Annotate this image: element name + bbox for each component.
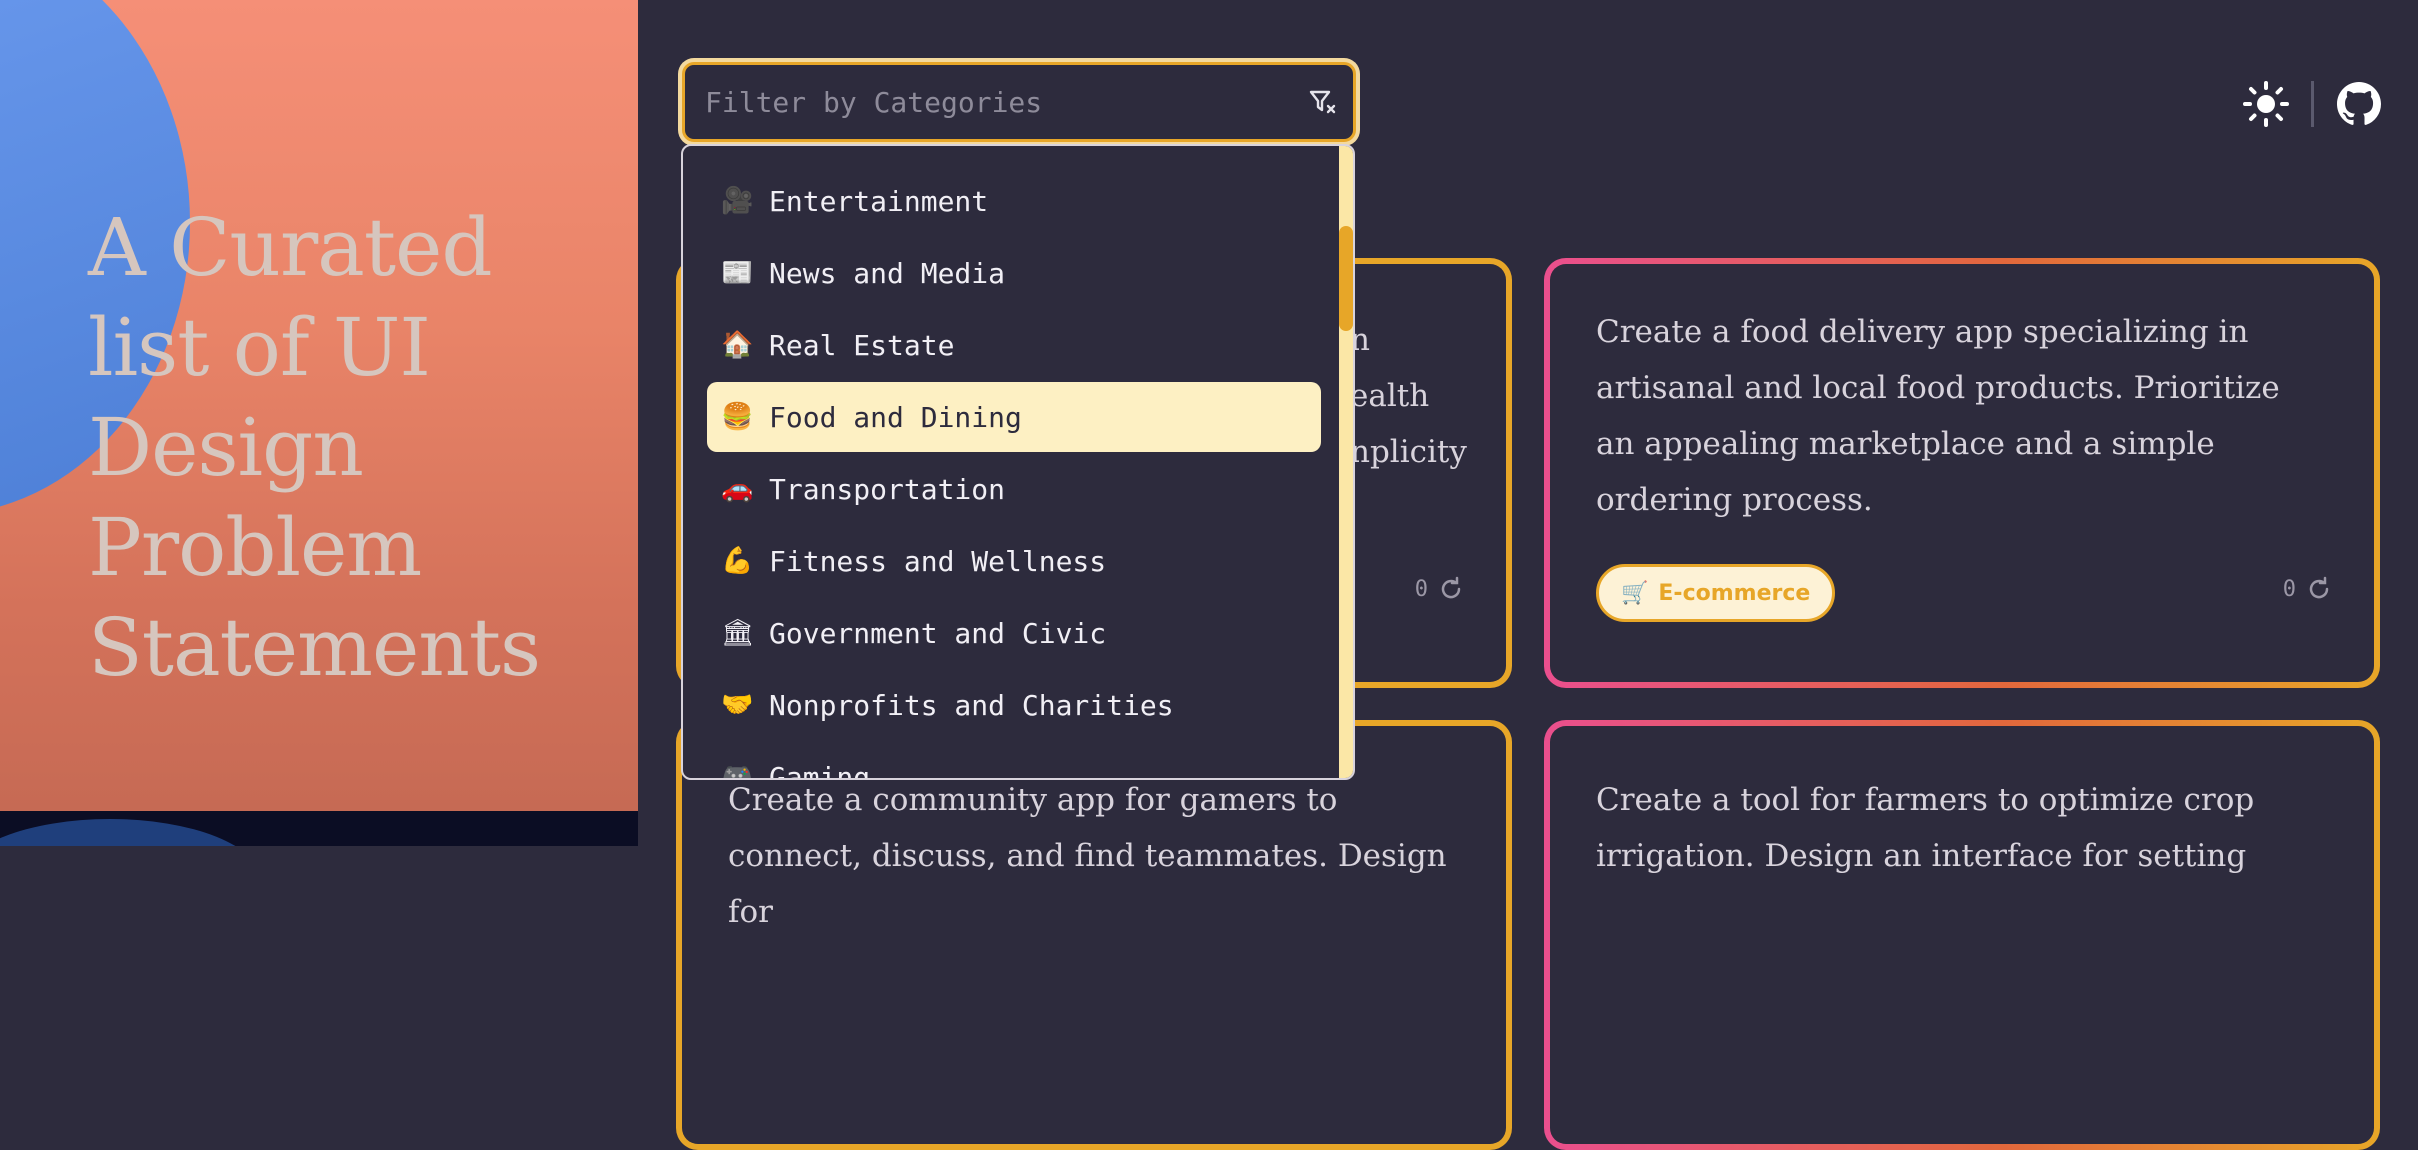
category-option-label: Fitness and Wellness — [769, 544, 1107, 578]
category-option[interactable]: 🏛 Government and Civic — [707, 598, 1321, 668]
dropdown-scrollbar-thumb[interactable] — [1339, 226, 1353, 331]
category-badge[interactable]: 🛒 E-commerce — [1596, 564, 1836, 622]
category-option-label: Nonprofits and Charities — [769, 688, 1174, 722]
problem-card-body: Create a community app for gamers to con… — [682, 726, 1506, 1144]
card-text-line: n — [1350, 322, 1370, 358]
problem-card-text: Create a tool for farmers to optimize cr… — [1596, 782, 2255, 874]
card-text-line: ealth — [1350, 378, 1430, 414]
remix-count-value: 0 — [2282, 576, 2296, 602]
category-emoji-icon: 🏛 — [721, 618, 755, 648]
remix-count[interactable]: 0 — [1415, 576, 1464, 602]
hero-arc — [0, 819, 260, 846]
card-text-line: nplicity — [1350, 434, 1467, 470]
remix-icon — [1441, 576, 1461, 599]
category-emoji-icon: 🤝 — [721, 690, 754, 720]
problem-card-text: Create a community app for gamers to con… — [728, 782, 1447, 930]
problem-card[interactable]: Create a tool for farmers to optimize cr… — [1544, 720, 2380, 1150]
category-option[interactable]: 🚗 Transportation — [707, 454, 1321, 524]
category-option[interactable]: 🏠 Real Estate — [707, 310, 1321, 380]
category-option-label: Real Estate — [769, 328, 955, 362]
category-emoji-icon: 🎮 — [721, 762, 754, 780]
category-option[interactable]: 🍔 Food and Dining — [707, 382, 1321, 452]
problem-card[interactable]: Create a community app for gamers to con… — [676, 720, 1512, 1150]
category-option[interactable]: 💪 Fitness and Wellness — [707, 526, 1321, 596]
problem-card-text: Create a food delivery app specializing … — [1596, 314, 2280, 518]
category-filter[interactable] — [682, 62, 1356, 142]
clear-filter-button[interactable] — [1293, 72, 1353, 132]
category-emoji-icon: 💪 — [721, 546, 754, 576]
theme-toggle-button[interactable] — [2243, 81, 2289, 127]
category-option[interactable]: 📰 News and Media — [707, 238, 1321, 308]
filter-clear-icon — [1309, 90, 1336, 114]
category-option-label: Government and Civic — [769, 616, 1107, 650]
header-divider — [2311, 81, 2314, 127]
problem-card[interactable]: Create a food delivery app specializing … — [1544, 258, 2380, 688]
category-option-label: News and Media — [769, 256, 1006, 290]
category-emoji-icon: 🏠 — [721, 330, 754, 360]
problem-card-body: Create a tool for farmers to optimize cr… — [1550, 726, 2374, 1144]
category-option-label: Food and Dining — [769, 400, 1022, 434]
category-option-label: Gaming — [769, 760, 871, 780]
problem-card-body: Create a food delivery app specializing … — [1550, 264, 2374, 682]
sun-icon — [2243, 81, 2289, 127]
category-filter-input[interactable] — [685, 65, 1293, 139]
category-option-label: Transportation — [769, 472, 1006, 506]
hero-footer-strip — [0, 811, 638, 846]
category-option[interactable]: 🤝 Nonprofits and Charities — [707, 670, 1321, 740]
hero-panel: A Curated list of UI Design Problem Stat… — [0, 0, 638, 811]
category-option[interactable]: 🎥 Entertainment — [707, 166, 1321, 236]
category-emoji-icon: 🎥 — [721, 186, 754, 216]
category-option[interactable]: 🎮 Gaming — [707, 742, 1321, 780]
problem-card-text: n ealth nplicity — [1350, 312, 1467, 480]
remix-count[interactable]: 0 — [2283, 576, 2332, 602]
category-emoji-icon: 📰 — [721, 258, 754, 288]
cart-icon: 🛒 — [1621, 580, 1649, 606]
remix-count-value: 0 — [1414, 576, 1428, 602]
category-emoji-icon: 🚗 — [721, 474, 754, 504]
category-dropdown[interactable]: 🎥 Entertainment 📰 News and Media 🏠 Real Estat… — [681, 144, 1355, 780]
category-option-label: Entertainment — [769, 184, 989, 218]
category-emoji-icon: 🍔 — [721, 402, 754, 432]
github-link[interactable] — [2336, 81, 2382, 127]
hero-title: A Curated list of UI Design Problem Stat… — [88, 201, 541, 694]
category-options: 🎥 Entertainment 📰 News and Media 🏠 Real Estat… — [683, 166, 1321, 780]
github-icon — [2337, 82, 2381, 125]
remix-icon — [2309, 576, 2329, 599]
header-actions — [2243, 74, 2382, 134]
category-badge-label: E-commerce — [1658, 580, 1811, 606]
